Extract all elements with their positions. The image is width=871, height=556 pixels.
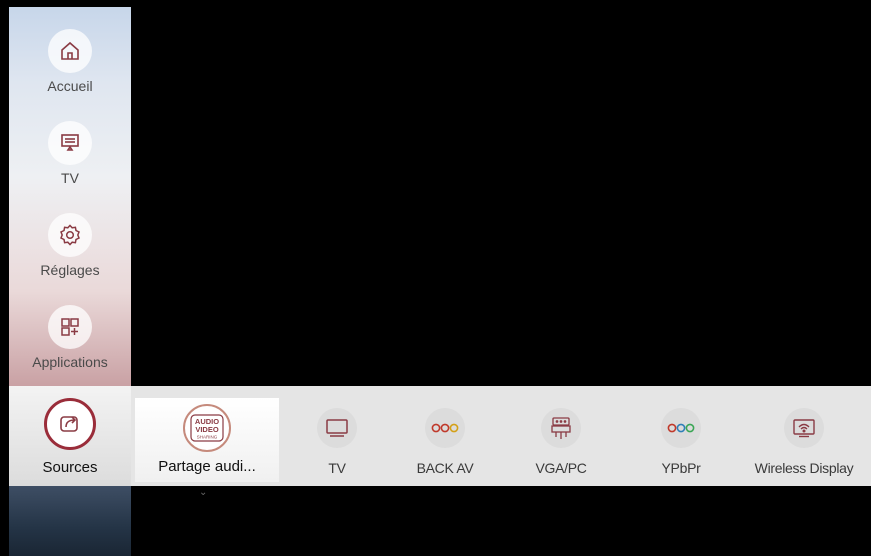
sources-label: Sources (42, 459, 98, 476)
sidebar-item-label: Applications (32, 354, 108, 370)
source-wireless-display[interactable]: Wireless Display (741, 386, 867, 486)
share-arrow-icon (44, 398, 96, 450)
av-rca-icon (425, 408, 465, 448)
sidebar-item-accueil[interactable]: Accueil (9, 29, 131, 94)
source-label: YPbPr (661, 460, 701, 476)
sidebar-item-label: TV (61, 170, 79, 186)
source-tv[interactable]: TV (287, 386, 387, 486)
gear-icon (48, 213, 92, 257)
source-back-av[interactable]: BACK AV (395, 386, 495, 486)
source-label: VGA/PC (535, 460, 587, 476)
icon-text: VIDEO (195, 425, 219, 434)
source-label: Wireless Display (754, 460, 854, 476)
audio-video-sharing-icon: AUDIO VIDEO SHARING (183, 404, 231, 452)
sidebar-item-applications[interactable]: Applications (9, 305, 131, 370)
screen: Accueil TV Réglages Applications Sources… (0, 0, 871, 556)
sidebar: Accueil TV Réglages Applications (9, 7, 131, 386)
chevron-down-icon: ⌄ (199, 487, 208, 498)
sources-bar: Sources AUDIO VIDEO SHARING Partage audi… (9, 386, 871, 486)
sidebar-item-label: Réglages (40, 262, 100, 278)
component-rca-icon (661, 408, 701, 448)
tv-monitor-icon (48, 121, 92, 165)
sidebar-item-label: Accueil (47, 78, 93, 94)
home-icon (48, 29, 92, 73)
source-vga-pc[interactable]: VGA/PC (511, 386, 611, 486)
sidebar-bottom (9, 486, 131, 556)
wireless-display-icon (784, 408, 824, 448)
source-audio-video-sharing[interactable]: AUDIO VIDEO SHARING Partage audi... (135, 398, 279, 482)
sidebar-item-sources[interactable]: Sources (9, 386, 131, 486)
apps-grid-icon (48, 305, 92, 349)
tv-icon (317, 408, 357, 448)
sidebar-item-reglages[interactable]: Réglages (9, 213, 131, 278)
source-label: BACK AV (416, 460, 474, 476)
icon-text: SHARING (197, 435, 218, 440)
source-ypbpr[interactable]: YPbPr (631, 386, 731, 486)
source-label: Partage audi... (158, 458, 256, 475)
source-label: TV (328, 460, 346, 476)
vga-connector-icon (541, 408, 581, 448)
sidebar-item-tv[interactable]: TV (9, 121, 131, 186)
